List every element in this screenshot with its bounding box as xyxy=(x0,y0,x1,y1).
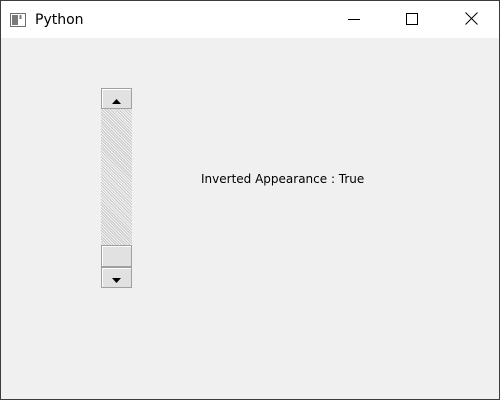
minimize-icon xyxy=(348,10,360,29)
vertical-scrollbar[interactable] xyxy=(101,88,132,288)
main-window: Python Inverted Appearance: True xyxy=(0,0,500,400)
close-button[interactable] xyxy=(448,1,494,38)
inverted-appearance-label: Inverted Appearance : True xyxy=(201,172,365,186)
scroll-up-button[interactable] xyxy=(101,88,132,109)
arrow-up-icon xyxy=(112,89,121,108)
scroll-down-button[interactable] xyxy=(101,267,132,288)
app-window-icon xyxy=(10,12,26,27)
minimize-button[interactable] xyxy=(331,1,377,38)
close-icon xyxy=(464,10,478,29)
arrow-down-icon xyxy=(112,268,121,287)
maximize-button[interactable] xyxy=(389,1,435,38)
window-title: Python xyxy=(35,12,84,28)
scrollbar-track[interactable] xyxy=(101,109,132,245)
scrollbar-thumb[interactable] xyxy=(101,245,132,267)
client-area: Inverted Appearance : True xyxy=(1,38,499,399)
maximize-icon xyxy=(406,10,418,29)
title-bar[interactable]: Python xyxy=(1,1,499,38)
